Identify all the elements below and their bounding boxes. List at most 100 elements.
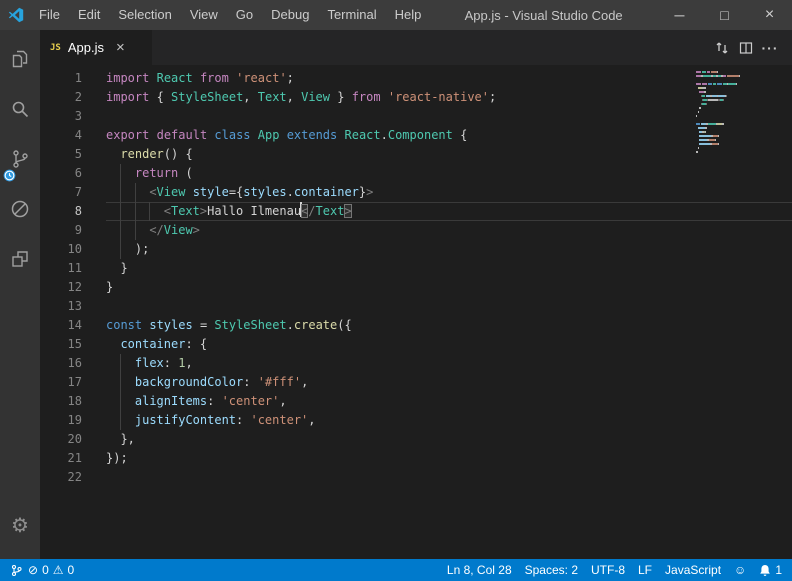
vscode-window: FileEditSelectionViewGoDebugTerminalHelp… (0, 0, 792, 581)
search-icon[interactable] (0, 84, 40, 134)
code-token: import (106, 90, 149, 104)
menu-go[interactable]: Go (227, 0, 262, 30)
line-number[interactable]: 11 (40, 259, 106, 278)
line-number[interactable]: 6 (40, 164, 106, 183)
code-line[interactable]: </View> (106, 221, 792, 240)
line-number[interactable]: 4 (40, 126, 106, 145)
indent-guide (106, 354, 120, 373)
code-line[interactable]: flex: 1, (106, 354, 792, 373)
problems-indicator[interactable]: ⊘ 0 ⚠ 0 (28, 563, 74, 577)
code-token: = (193, 318, 215, 332)
line-number[interactable]: 21 (40, 449, 106, 468)
code-line[interactable] (106, 107, 792, 126)
code-line[interactable]: } (106, 259, 792, 278)
code-token: from (200, 71, 229, 85)
minimize-button[interactable]: ─ (657, 0, 702, 30)
line-number[interactable]: 15 (40, 335, 106, 354)
line-number[interactable]: 18 (40, 392, 106, 411)
open-changes-icon[interactable] (710, 36, 734, 60)
extensions-icon[interactable] (0, 234, 40, 284)
minimap-line (696, 107, 780, 109)
notifications-bell[interactable]: 1 (759, 563, 782, 577)
line-number[interactable]: 12 (40, 278, 106, 297)
line-number[interactable]: 19 (40, 411, 106, 430)
line-number[interactable]: 22 (40, 468, 106, 487)
code-line[interactable]: backgroundColor: '#fff', (106, 373, 792, 392)
line-number[interactable]: 14 (40, 316, 106, 335)
code-line[interactable] (106, 468, 792, 487)
tab-appjs[interactable]: JS App.js × (40, 30, 152, 65)
debug-icon[interactable] (0, 184, 40, 234)
code-line[interactable]: }, (106, 430, 792, 449)
line-number[interactable]: 2 (40, 88, 106, 107)
code-token: { (453, 128, 467, 142)
explorer-icon[interactable] (0, 34, 40, 84)
code-line[interactable]: const styles = StyleSheet.create({ (106, 316, 792, 335)
line-number[interactable]: 13 (40, 297, 106, 316)
code-line[interactable]: import { StyleSheet, Text, View } from '… (106, 88, 792, 107)
feedback-smiley-icon[interactable]: ☺ (734, 564, 746, 576)
line-number[interactable]: 20 (40, 430, 106, 449)
indent-guide (120, 373, 134, 392)
code-line[interactable] (106, 297, 792, 316)
split-editor-icon[interactable] (734, 36, 758, 60)
line-number[interactable]: 5 (40, 145, 106, 164)
code-token: }, (120, 432, 134, 446)
code-token: backgroundColor (135, 375, 243, 389)
settings-gear-icon[interactable]: ⚙ (0, 503, 40, 547)
code-editor[interactable]: 12345678910111213141516171819202122 impo… (40, 65, 792, 559)
code-line[interactable]: ); (106, 240, 792, 259)
line-number[interactable]: 17 (40, 373, 106, 392)
code-token: 'center' (222, 394, 280, 408)
line-number[interactable]: 10 (40, 240, 106, 259)
code-line[interactable]: justifyContent: 'center', (106, 411, 792, 430)
minimap-line (696, 131, 780, 133)
line-number[interactable]: 8 (40, 202, 106, 221)
indentation-setting[interactable]: Spaces: 2 (525, 563, 578, 577)
code-line[interactable]: export default class App extends React.C… (106, 126, 792, 145)
menu-terminal[interactable]: Terminal (318, 0, 385, 30)
line-number[interactable]: 7 (40, 183, 106, 202)
eol-setting[interactable]: LF (638, 563, 652, 577)
git-branch-icon[interactable] (10, 564, 23, 577)
more-actions-icon[interactable]: ··· (758, 36, 782, 60)
code-line[interactable]: <Text>Hallo Ilmenau</Text> (106, 202, 792, 221)
indent-guide (135, 183, 149, 202)
code-token (193, 71, 200, 85)
minimap[interactable] (696, 71, 780, 159)
maximize-button[interactable]: □ (702, 0, 747, 30)
code-token: , (308, 413, 315, 427)
cursor-position[interactable]: Ln 8, Col 28 (447, 563, 512, 577)
minimap-line (696, 71, 780, 73)
tab-close-icon[interactable]: × (116, 40, 125, 55)
code-line[interactable]: }); (106, 449, 792, 468)
menu-help[interactable]: Help (386, 0, 431, 30)
menu-selection[interactable]: Selection (109, 0, 180, 30)
indent-guide (106, 202, 120, 221)
line-number[interactable]: 16 (40, 354, 106, 373)
code-line[interactable]: import React from 'react'; (106, 69, 792, 88)
line-number[interactable]: 9 (40, 221, 106, 240)
titlebar: FileEditSelectionViewGoDebugTerminalHelp… (0, 0, 792, 30)
code-line[interactable]: alignItems: 'center', (106, 392, 792, 411)
line-number[interactable]: 1 (40, 69, 106, 88)
line-number[interactable]: 3 (40, 107, 106, 126)
language-mode[interactable]: JavaScript (665, 563, 721, 577)
encoding-setting[interactable]: UTF-8 (591, 563, 625, 577)
close-window-button[interactable]: × (747, 0, 792, 30)
menu-debug[interactable]: Debug (262, 0, 318, 30)
code-line[interactable]: <View style={styles.container}> (106, 183, 792, 202)
source-control-icon[interactable] (0, 134, 40, 184)
code-line[interactable]: render() { (106, 145, 792, 164)
menu-edit[interactable]: Edit (69, 0, 109, 30)
code-line[interactable]: } (106, 278, 792, 297)
code-line[interactable]: return ( (106, 164, 792, 183)
code-line[interactable]: container: { (106, 335, 792, 354)
tab-bar: JS App.js × ··· (40, 30, 792, 65)
menu-file[interactable]: File (30, 0, 69, 30)
menu-view[interactable]: View (181, 0, 227, 30)
code-token: Component (388, 128, 453, 142)
code-token: React (345, 128, 381, 142)
indent-guide (135, 221, 149, 240)
code-token: : (207, 394, 221, 408)
